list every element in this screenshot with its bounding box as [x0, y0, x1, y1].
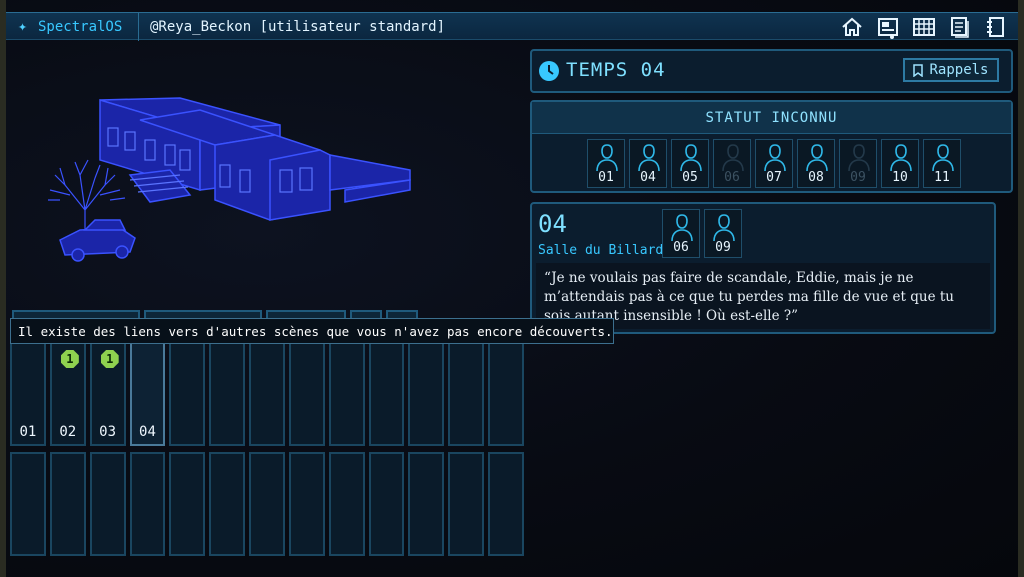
salle-people: 06 09 [662, 209, 742, 258]
scene-number: 03 [99, 424, 117, 440]
scene-card[interactable] [169, 342, 206, 446]
link-count-badge: 1 [100, 350, 119, 368]
character-number: 11 [934, 170, 950, 185]
character-number: 06 [724, 170, 740, 185]
character-01[interactable]: 01 [587, 139, 625, 188]
scene-card[interactable] [288, 452, 325, 556]
clock-icon [539, 61, 559, 81]
scene-card[interactable] [408, 342, 445, 446]
temps-panel: TEMPS 04 Rappels [530, 49, 1013, 93]
scene-card[interactable] [448, 452, 485, 556]
scene-card[interactable] [49, 452, 86, 556]
scene-number: 04 [139, 424, 156, 440]
character-number: 06 [673, 240, 689, 255]
character-10[interactable]: 10 [881, 139, 919, 188]
scene-card[interactable] [249, 342, 285, 446]
person-silhouette-icon [638, 144, 660, 172]
scene-card[interactable] [488, 342, 524, 446]
scene-view-icon[interactable] [874, 14, 902, 40]
scene-card[interactable]: 01 [10, 342, 46, 446]
salle-character-06[interactable]: 06 [662, 209, 700, 258]
grid-icon[interactable] [910, 14, 938, 40]
scene-card[interactable] [488, 452, 524, 556]
salle-name: Salle du Billard [538, 243, 664, 258]
scene-row-2 [10, 452, 524, 556]
os-name: SpectralOS [38, 19, 123, 35]
spectral-star-icon: ✦ [18, 17, 28, 35]
character-number: 10 [892, 170, 908, 185]
character-number: 01 [598, 170, 614, 185]
person-silhouette-icon [671, 214, 693, 242]
person-silhouette-icon [596, 144, 618, 172]
scene-card[interactable] [209, 342, 246, 446]
character-number: 07 [766, 170, 782, 185]
character-06[interactable]: 06 [713, 139, 751, 188]
person-silhouette-icon [848, 144, 870, 172]
scene-card[interactable] [368, 342, 405, 446]
scene-card[interactable]: 1 03 [89, 342, 126, 446]
notebook-icon[interactable] [982, 14, 1010, 40]
scene-card[interactable]: 04 [129, 342, 166, 446]
character-07[interactable]: 07 [755, 139, 793, 188]
scene-card[interactable] [288, 342, 325, 446]
person-silhouette-icon [680, 144, 702, 172]
scene-card[interactable] [448, 342, 485, 446]
topbar-divider [138, 13, 139, 41]
rappels-button[interactable]: Rappels [903, 58, 999, 82]
scene-card[interactable] [129, 452, 166, 556]
statut-title: STATUT INCONNU [532, 102, 1011, 134]
salle-panel: 04 Salle du Billard 06 09 “Je ne voulais … [530, 202, 996, 334]
scene-card[interactable] [10, 452, 46, 556]
scene-card[interactable] [328, 342, 365, 446]
person-silhouette-icon [713, 214, 735, 242]
user-label: @Reya_Beckon [utilisateur standard] [150, 19, 446, 35]
salle-character-09[interactable]: 09 [704, 209, 742, 258]
scene-card[interactable]: 1 02 [49, 342, 86, 446]
scene-number: 01 [19, 424, 37, 440]
active-nav-indicator [890, 35, 894, 39]
scene-card[interactable] [249, 452, 285, 556]
scene-number: 02 [59, 424, 77, 440]
scene-row-1: 01 1 02 1 03 04 [10, 342, 524, 446]
character-08[interactable]: 08 [797, 139, 835, 188]
hint-tooltip: Il existe des liens vers d'autres scènes… [10, 318, 614, 344]
scene-card[interactable] [408, 452, 445, 556]
top-bar: ✦ SpectralOS @Reya_Beckon [utilisateur s… [6, 12, 1018, 41]
salle-number: 04 [538, 210, 567, 238]
statut-panel: STATUT INCONNU 01 04 05 06 07 08 09 10 11 [530, 100, 1013, 193]
character-09[interactable]: 09 [839, 139, 877, 188]
rappels-label: Rappels [929, 62, 989, 78]
character-number: 09 [850, 170, 866, 185]
character-number: 04 [640, 170, 656, 185]
person-silhouette-icon [764, 144, 786, 172]
scene-card[interactable] [368, 452, 405, 556]
nav-icons [838, 13, 1010, 41]
scene-card[interactable] [209, 452, 246, 556]
scene-3d-model[interactable] [30, 80, 430, 280]
person-silhouette-icon [890, 144, 912, 172]
character-number: 05 [682, 170, 698, 185]
temps-title: TEMPS 04 [566, 59, 666, 81]
scene-grid: 01 1 02 1 03 04 [10, 342, 524, 562]
character-number: 09 [715, 240, 731, 255]
character-11[interactable]: 11 [923, 139, 961, 188]
character-04[interactable]: 04 [629, 139, 667, 188]
person-silhouette-icon [806, 144, 828, 172]
documents-icon[interactable] [946, 14, 974, 40]
home-icon[interactable] [838, 14, 866, 40]
person-silhouette-icon [932, 144, 954, 172]
scene-card[interactable] [328, 452, 365, 556]
person-silhouette-icon [722, 144, 744, 172]
people-row: 01 04 05 06 07 08 09 10 11 [587, 139, 961, 188]
link-count-badge: 1 [60, 350, 79, 368]
character-05[interactable]: 05 [671, 139, 709, 188]
scene-card[interactable] [169, 452, 206, 556]
character-number: 08 [808, 170, 824, 185]
bookmark-icon [913, 63, 924, 77]
scene-card[interactable] [89, 452, 126, 556]
